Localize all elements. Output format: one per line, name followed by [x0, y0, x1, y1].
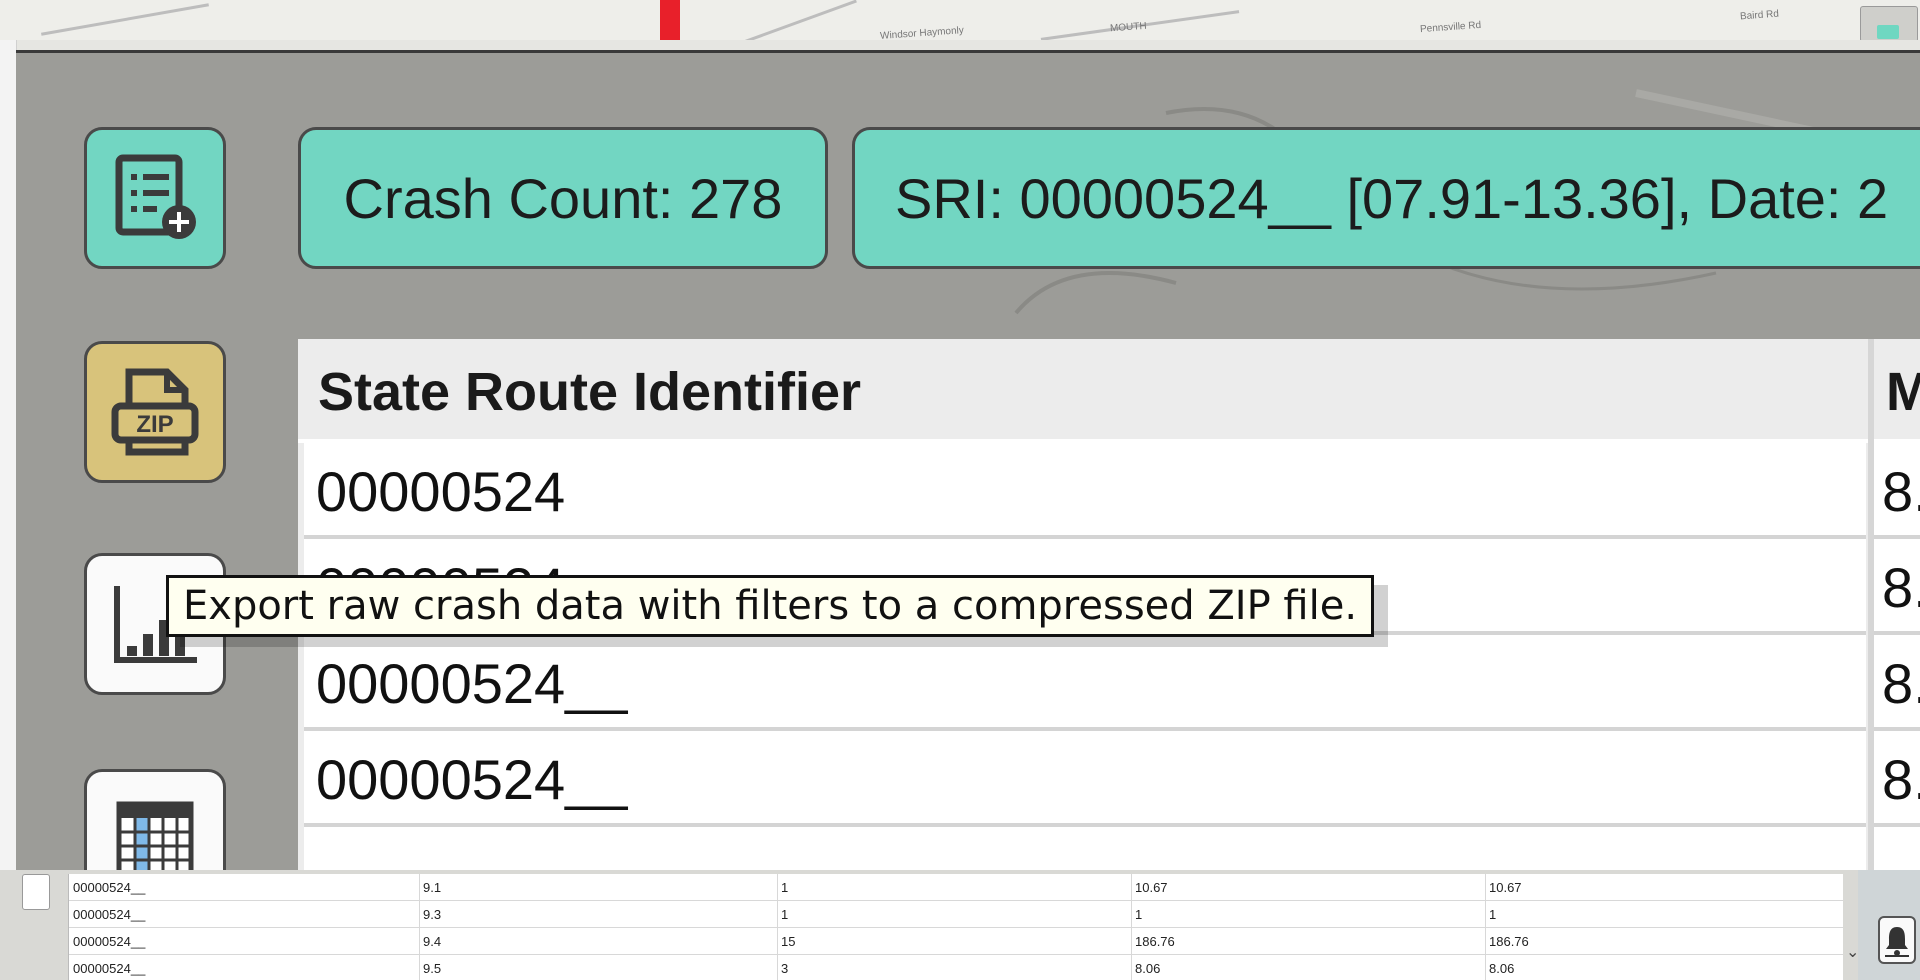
cell: 9.5	[423, 961, 442, 976]
table-row[interactable]: 00000524	[304, 443, 1866, 539]
cell: 3	[781, 961, 789, 976]
table-cell[interactable]: 8.	[1874, 539, 1920, 635]
table-row[interactable]	[304, 827, 1866, 873]
cell-m: 8.	[1882, 460, 1920, 523]
table-row[interactable]: 00000524__	[304, 731, 1866, 827]
crash-data-panel: ZIP Crash Count: 278 SRI: 00000524__ [07…	[16, 50, 1920, 873]
left-edge-panel	[0, 40, 17, 870]
cell: 1	[1135, 907, 1143, 922]
map-view[interactable]: Windsor Haymonly MOUTH Pennsville Rd Bai…	[0, 0, 1920, 40]
crash-count-badge: Crash Count: 278	[298, 127, 828, 269]
cell: 15	[781, 934, 796, 949]
table-row[interactable]: 00000524__ 9.5 3 8.06 8.06	[69, 955, 1843, 980]
cell: 8.06	[1135, 961, 1161, 976]
cell-sri: 00000524__	[316, 748, 628, 811]
column-header-sri[interactable]: State Route Identifier	[318, 361, 861, 423]
table-header: State Route Identifier M	[298, 339, 1920, 443]
table-cell[interactable]	[1874, 827, 1920, 873]
report-button[interactable]	[84, 127, 226, 269]
report-add-icon	[115, 154, 196, 239]
export-zip-button[interactable]: ZIP	[84, 341, 226, 483]
document-icon[interactable]	[22, 874, 50, 910]
cell: 9.3	[423, 907, 442, 922]
cell: 00000524__	[73, 961, 146, 976]
cell: 1	[781, 907, 789, 922]
map-widget-button[interactable]	[1860, 6, 1918, 40]
sri-filter-badge: SRI: 00000524__ [07.91-13.36], Date: 2	[852, 127, 1920, 269]
table-row[interactable]: 00000524__ 9.3 1 1 1	[69, 901, 1843, 928]
table-cell[interactable]: 8.	[1874, 635, 1920, 731]
table-icon	[116, 801, 194, 873]
cell-m: 8.	[1882, 556, 1920, 619]
cell: 10.67	[1489, 880, 1522, 895]
cell: 1	[781, 880, 789, 895]
route-highlight	[660, 0, 680, 40]
table-row[interactable]: 00000524__ 9.4 15 186.76 186.76	[69, 928, 1843, 955]
zip-file-icon: ZIP	[111, 368, 199, 456]
table-row[interactable]: 00000524__ 9.1 1 10.67 10.67	[69, 874, 1843, 901]
cell: 186.76	[1489, 934, 1529, 949]
cell: 186.76	[1135, 934, 1175, 949]
table-row[interactable]: 00000524__	[304, 635, 1866, 731]
cell: 9.4	[423, 934, 442, 949]
cell-sri: 00000524	[316, 460, 566, 523]
map-road	[743, 0, 857, 40]
cell-m: 8.	[1882, 748, 1920, 811]
table-button[interactable]	[84, 769, 226, 873]
cell: 10.67	[1135, 880, 1168, 895]
cell: 00000524__	[73, 934, 146, 949]
table-cell[interactable]: 8.	[1874, 731, 1920, 827]
svg-text:ZIP: ZIP	[136, 411, 173, 438]
cell: 00000524__	[73, 880, 146, 895]
map-label: Baird Rd	[1739, 8, 1780, 23]
map-label: Windsor Haymonly	[879, 25, 965, 40]
map-road	[41, 3, 209, 36]
cell-m: 8.	[1882, 652, 1920, 715]
bell-icon	[1885, 927, 1909, 957]
map-label: MOUTH	[1109, 20, 1148, 35]
cell-sri: 00000524__	[316, 652, 628, 715]
table-cell[interactable]: 8.	[1874, 443, 1920, 539]
map-label: Pennsville Rd	[1419, 19, 1482, 36]
notification-button[interactable]	[1878, 916, 1916, 964]
cell: 00000524__	[73, 907, 146, 922]
widget-icon	[1877, 25, 1899, 39]
cell: 1	[1489, 907, 1497, 922]
bottom-data-table-area: 00000524__ 9.1 1 10.67 10.67 00000524__ …	[0, 870, 1920, 980]
cell: 8.06	[1489, 961, 1515, 976]
cell: 9.1	[423, 880, 442, 895]
column-header-m[interactable]: M	[1886, 361, 1920, 423]
export-zip-tooltip: Export raw crash data with filters to a …	[166, 575, 1375, 637]
raw-data-table: 00000524__ 9.1 1 10.67 10.67 00000524__ …	[68, 874, 1843, 980]
